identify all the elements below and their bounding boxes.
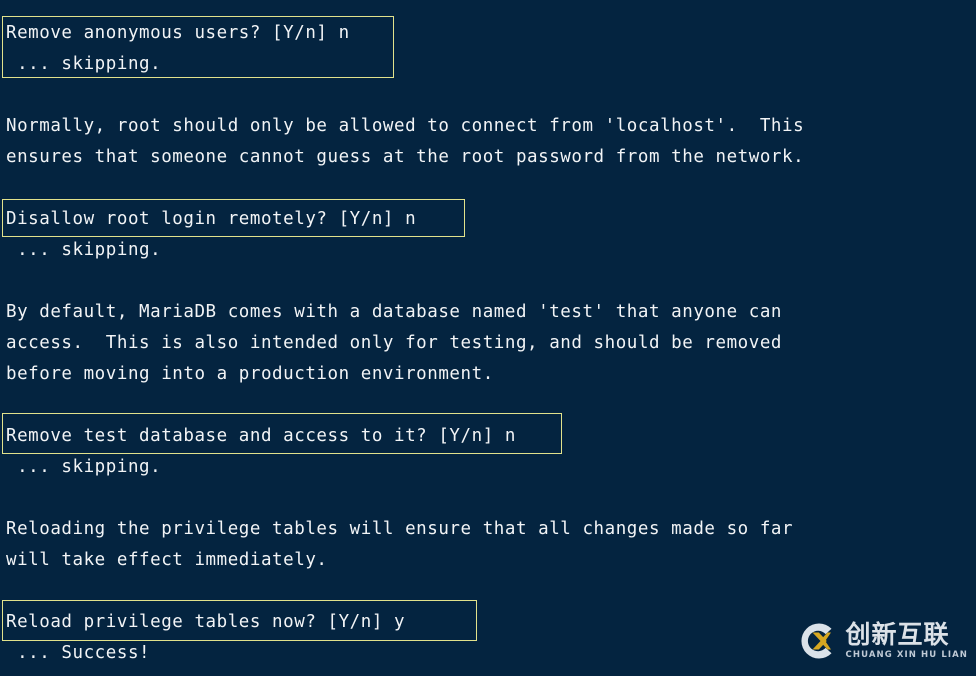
- watermark: 创新互联 CHUANG XIN HU LIAN: [795, 614, 968, 668]
- terminal-screen: Remove anonymous users? [Y/n] n ... skip…: [0, 0, 976, 676]
- terminal-line: Reloading the privilege tables will ensu…: [6, 519, 794, 539]
- terminal-line: before moving into a production environm…: [6, 364, 494, 384]
- terminal-line: will take effect immediately.: [6, 550, 328, 570]
- terminal-line: ensures that someone cannot guess at the…: [6, 147, 805, 167]
- terminal-line: Reload privilege tables now? [Y/n] y: [6, 612, 406, 632]
- terminal-line: Disallow root login remotely? [Y/n] n: [6, 209, 417, 229]
- c-x-circle-logo-icon: [795, 619, 839, 663]
- watermark-text: 创新互联 CHUANG XIN HU LIAN: [846, 622, 968, 660]
- terminal-line: ... skipping.: [6, 240, 162, 260]
- watermark-chinese-name: 创新互联: [845, 620, 950, 650]
- terminal-line: ... Success!: [6, 643, 151, 663]
- terminal-line: Normally, root should only be allowed to…: [6, 116, 805, 136]
- terminal-line: Remove test database and access to it? […: [6, 426, 516, 446]
- terminal-output[interactable]: Remove anonymous users? [Y/n] n ... skip…: [0, 0, 976, 676]
- terminal-line: Remove anonymous users? [Y/n] n: [6, 23, 350, 43]
- watermark-pinyin: CHUANG XIN HU LIAN: [845, 650, 968, 661]
- terminal-line: ... skipping.: [6, 457, 162, 477]
- terminal-line: By default, MariaDB comes with a databas…: [6, 302, 783, 322]
- terminal-line: ... skipping.: [6, 54, 162, 74]
- terminal-line: access. This is also intended only for t…: [6, 333, 783, 353]
